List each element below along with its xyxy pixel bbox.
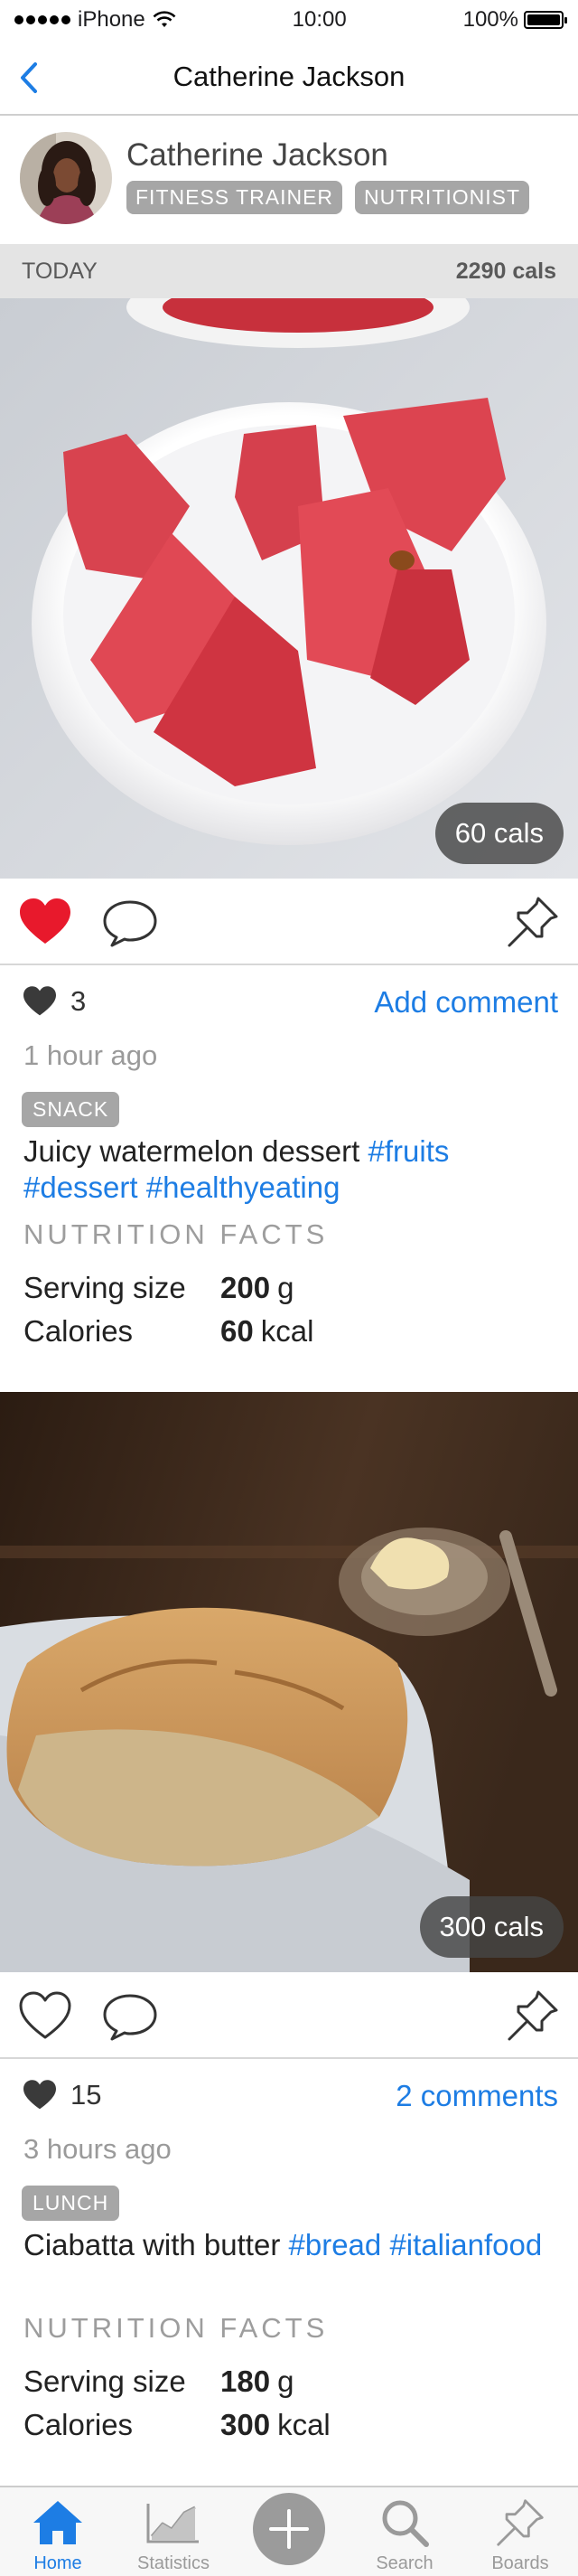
nutrition-row-calories: Calories 60 kcal (23, 1314, 314, 1348)
calories-pill: 60 cals (434, 803, 564, 864)
tab-label: Statistics (136, 2553, 210, 2573)
likes-count: 15 (22, 2079, 101, 2111)
post-details: 3 Add comment 1 hour ago SNACK Juicy wat… (0, 967, 578, 1392)
comment-button[interactable] (101, 1992, 159, 2043)
tab-label: Home (33, 2553, 82, 2573)
day-summary-bar: TODAY 2290 cals (0, 244, 578, 298)
description-text: Juicy watermelon dessert (23, 1134, 360, 1168)
description-text: Ciabatta with butter (23, 2228, 281, 2261)
post-details: 15 2 comments 3 hours ago LUNCH Ciabatta… (0, 2061, 578, 2486)
likes-count: 3 (22, 985, 86, 1018)
statistics-icon (146, 2504, 199, 2543)
post-time: 1 hour ago (23, 1039, 158, 1071)
heart-outline-icon (19, 1991, 71, 2039)
navigation-bar: Catherine Jackson (0, 40, 578, 116)
tab-label: Search (376, 2553, 434, 2573)
tab-home[interactable]: Home (0, 2487, 116, 2576)
badge-fitness-trainer: FITNESS TRAINER (126, 181, 343, 214)
hashtag-link[interactable]: #fruits (368, 1134, 450, 1168)
like-button[interactable] (18, 897, 72, 947)
nutrition-row-calories: Calories 300 kcal (23, 2408, 331, 2441)
pin-button[interactable] (506, 895, 560, 949)
post-description: Juicy watermelon dessert #fruits #desser… (23, 1133, 547, 1206)
likes-number: 3 (70, 985, 87, 1017)
status-time: 10:00 (292, 7, 347, 32)
nutrition-facts-title: NUTRITION FACTS (23, 1218, 329, 1250)
comments-link[interactable]: 2 comments (396, 2079, 558, 2113)
battery-percent: 100% (462, 7, 518, 32)
day-label: TODAY (22, 258, 98, 284)
profile-name: Catherine Jackson (126, 137, 388, 173)
pushpin-icon (508, 1990, 558, 2041)
tab-boards[interactable]: Boards (462, 2487, 578, 2576)
chevron-left-icon (21, 62, 37, 93)
pin-button[interactable] (506, 1988, 560, 2043)
post-photo-watermelon[interactable]: 60 cals (0, 298, 578, 879)
meal-tag: LUNCH (22, 2186, 120, 2221)
nutrition-facts-title: NUTRITION FACTS (23, 2312, 329, 2344)
badge-nutritionist: NUTRITIONIST (355, 181, 530, 214)
hashtag-link[interactable]: #healthyeating (146, 1170, 340, 1204)
likes-number: 15 (70, 2079, 102, 2111)
tab-statistics[interactable]: Statistics (116, 2487, 231, 2576)
heart-small-icon (23, 2080, 56, 2110)
meal-tag: SNACK (22, 1092, 120, 1127)
tab-add[interactable] (231, 2487, 347, 2576)
hashtag-link[interactable]: #italianfood (389, 2228, 542, 2261)
profile-header: Catherine Jackson FITNESS TRAINER NUTRIT… (0, 118, 578, 244)
tab-label: Boards (491, 2553, 549, 2573)
plus-icon (269, 2509, 309, 2549)
battery-icon (524, 11, 567, 29)
status-bar: iPhone 10:00 100% (0, 0, 578, 40)
nutrition-row-serving: Serving size 180 g (23, 2364, 294, 2398)
hashtag-link[interactable]: #dessert (23, 1170, 138, 1204)
comment-button[interactable] (101, 898, 159, 949)
pin-icon (497, 2499, 544, 2546)
calories-pill: 300 cals (419, 1896, 564, 1958)
post-actions (0, 1972, 578, 2059)
post-actions (0, 879, 578, 965)
post-photo-bread[interactable]: 300 cals (0, 1392, 578, 1972)
hashtag-link[interactable]: #bread (289, 2228, 382, 2261)
avatar[interactable] (20, 132, 112, 224)
search-icon (382, 2500, 429, 2547)
tab-search[interactable]: Search (347, 2487, 462, 2576)
post-time: 3 hours ago (23, 2133, 172, 2165)
carrier-label: iPhone (78, 7, 145, 32)
heart-filled-icon (20, 898, 70, 944)
home-icon (33, 2501, 82, 2544)
page-title: Catherine Jackson (172, 61, 406, 92)
add-button[interactable] (253, 2493, 325, 2565)
pushpin-icon (508, 897, 558, 947)
day-total-calories: 2290 cals (455, 258, 556, 284)
add-comment-link[interactable]: Add comment (374, 985, 558, 1020)
tab-bar: Home Statistics Search Boards (0, 2486, 578, 2576)
back-button[interactable] (11, 60, 47, 96)
wifi-icon (153, 11, 176, 27)
heart-small-icon (23, 986, 56, 1016)
speech-bubble-icon (103, 900, 157, 947)
signal-icon (14, 15, 70, 24)
like-button[interactable] (18, 1990, 72, 2041)
speech-bubble-icon (103, 1994, 157, 2041)
nutrition-row-serving: Serving size 200 g (23, 1271, 294, 1304)
post-description: Ciabatta with butter #bread #italianfood (23, 2227, 547, 2263)
